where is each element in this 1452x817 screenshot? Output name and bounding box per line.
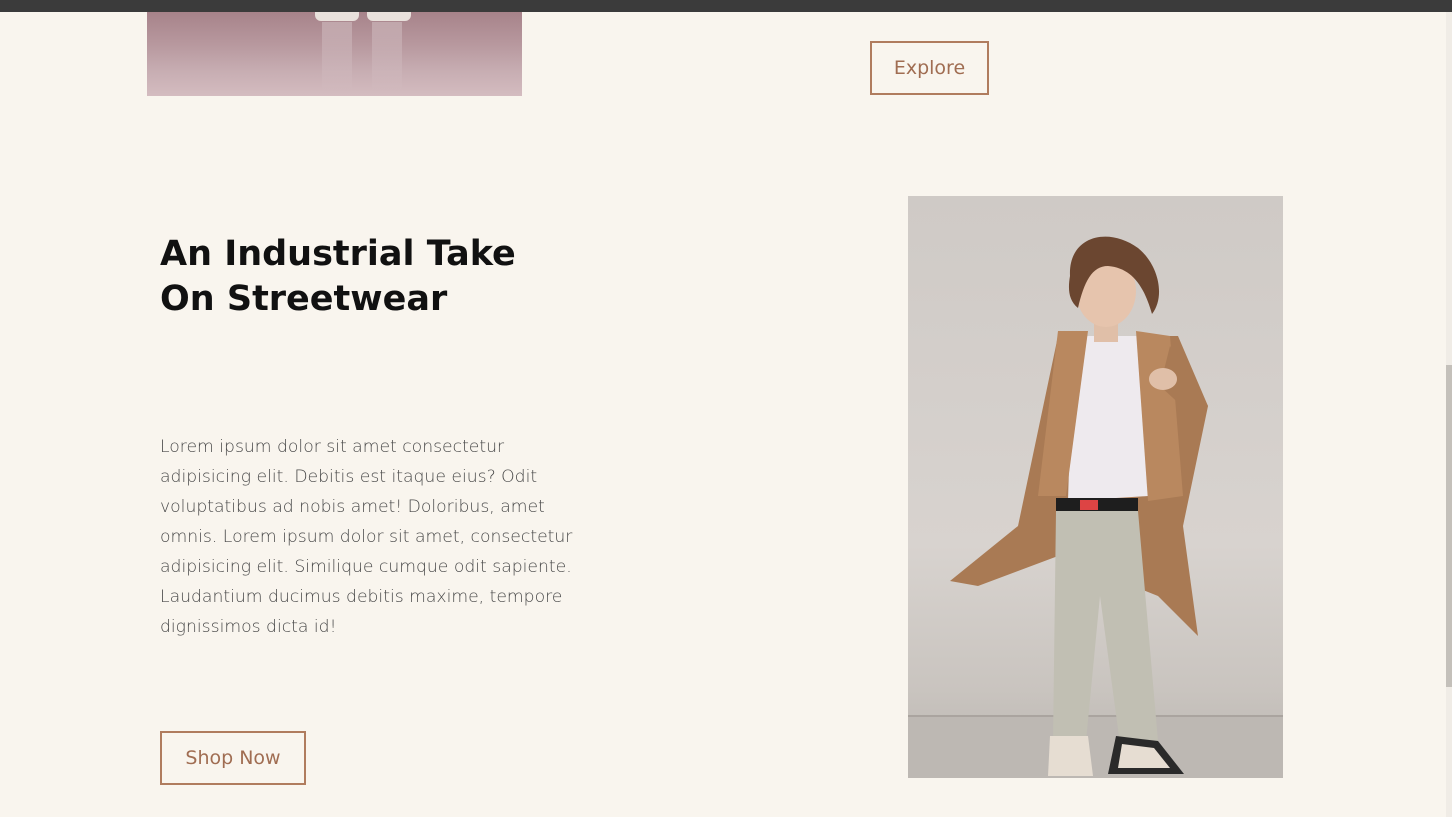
headline-line-2: On Streetwear bbox=[160, 279, 448, 319]
scrollbar-thumb[interactable] bbox=[1446, 365, 1452, 687]
belt-buckle bbox=[1080, 500, 1098, 510]
ground bbox=[908, 716, 1283, 778]
shoe-left bbox=[1048, 736, 1093, 776]
shoe-left-shape bbox=[315, 12, 359, 21]
feature-description: Lorem ipsum dolor sit amet consectetur a… bbox=[160, 437, 573, 637]
browser-top-bar bbox=[0, 0, 1452, 12]
previous-section-image bbox=[147, 12, 522, 96]
shoe-right-shape bbox=[367, 12, 411, 21]
model-illustration bbox=[908, 236, 1283, 778]
feature-headline: An Industrial Take On Streetwear bbox=[160, 232, 580, 322]
shop-now-button[interactable]: Shop Now bbox=[160, 731, 306, 785]
floor-reflection bbox=[322, 22, 352, 92]
headline-line-1: An Industrial Take bbox=[160, 234, 516, 274]
explore-button[interactable]: Explore bbox=[870, 41, 989, 95]
floor-reflection bbox=[372, 22, 402, 92]
model-photo bbox=[908, 196, 1283, 778]
hand bbox=[1149, 368, 1177, 390]
